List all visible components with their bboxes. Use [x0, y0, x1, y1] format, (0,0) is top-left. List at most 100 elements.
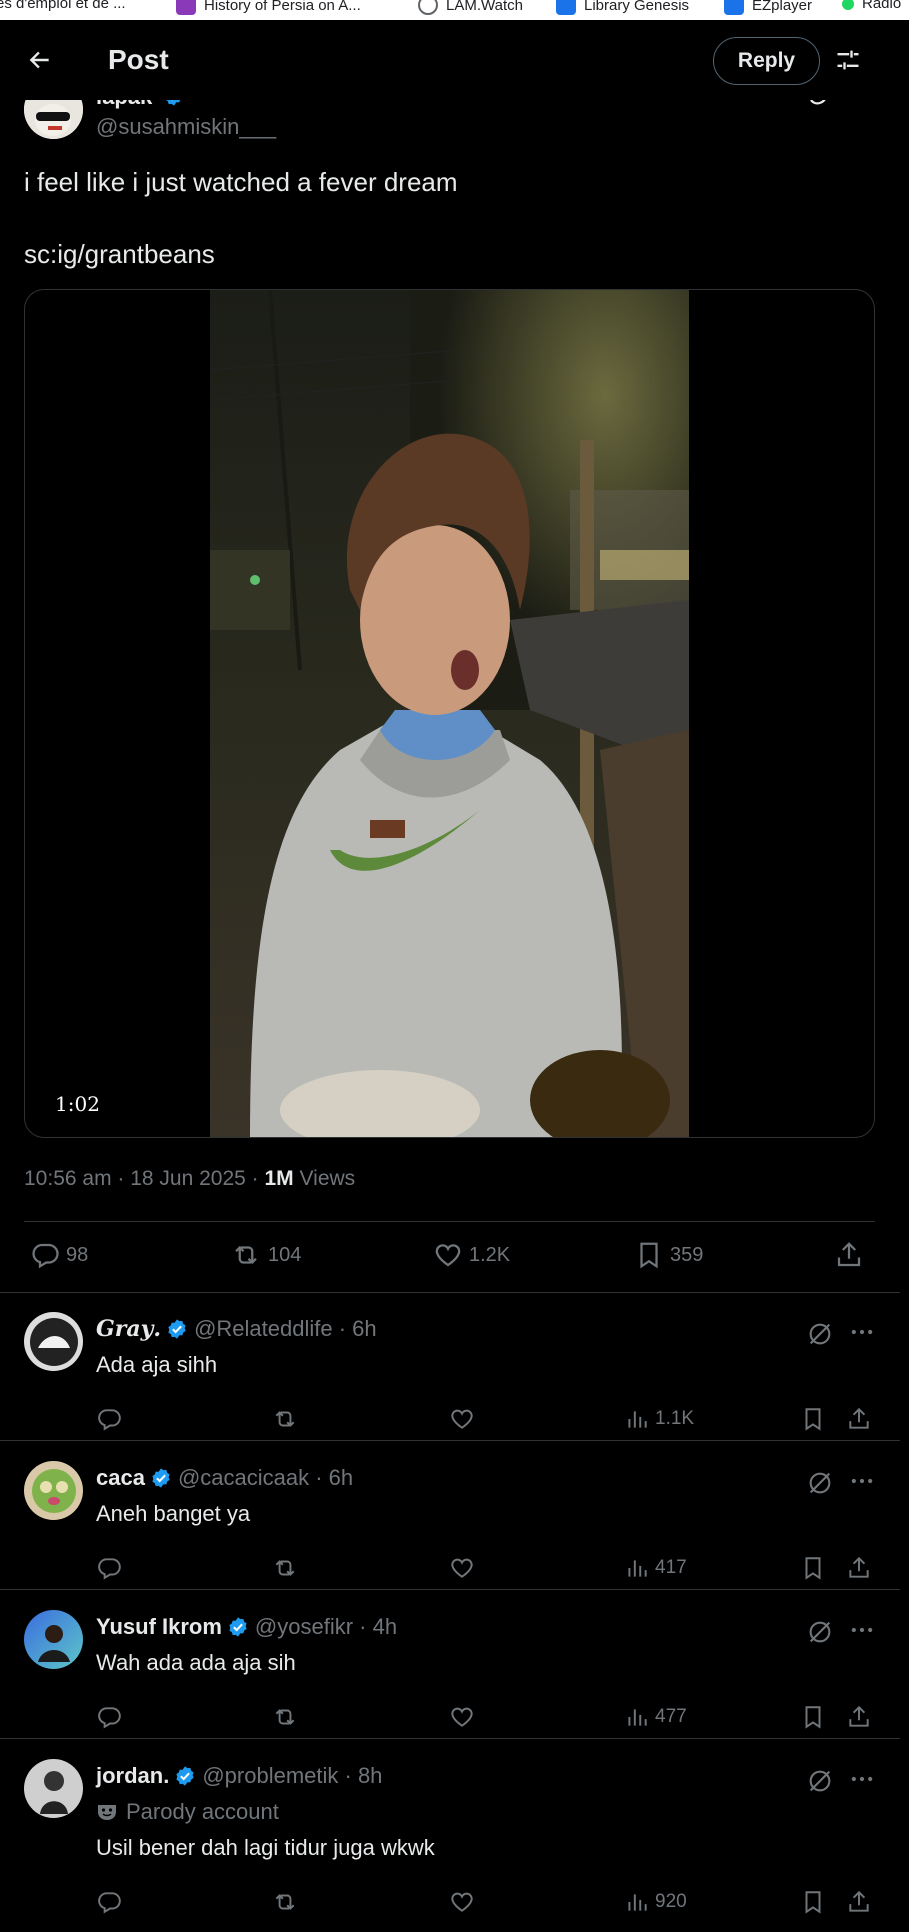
top-bar: Post Reply	[0, 20, 900, 100]
bookmark-label: Radio	[862, 0, 902, 12]
reply-button[interactable]	[96, 1555, 122, 1581]
repost-button[interactable]	[271, 1555, 299, 1581]
divider	[0, 1440, 900, 1441]
reply-author-handle[interactable]: @problemetik · 8h	[202, 1763, 382, 1789]
reply-author-name[interactable]: caca	[96, 1465, 145, 1491]
avatar[interactable]	[24, 1312, 83, 1371]
share-icon	[849, 1890, 869, 1912]
like-button[interactable]	[449, 1889, 475, 1915]
avatar-image	[24, 1759, 83, 1818]
bookmark-button[interactable]	[800, 1555, 826, 1581]
avatar[interactable]	[24, 1461, 83, 1520]
reply-button[interactable]: Reply	[713, 37, 820, 85]
bookmark-button[interactable]	[800, 1704, 826, 1730]
heart-icon	[451, 1409, 473, 1429]
reply-author-handle[interactable]: @cacacicaak · 6h	[178, 1465, 353, 1491]
page-title: Post	[108, 44, 169, 75]
share-button[interactable]	[846, 1704, 872, 1730]
video-thumbnail	[210, 290, 689, 1137]
bookmark-item[interactable]: Radio	[842, 0, 901, 12]
reply-author-name[interactable]: Yusuf Ikrom	[96, 1614, 222, 1640]
bookmark-item[interactable]: es d'emploi et de ...	[0, 0, 126, 12]
share-button[interactable]	[846, 1406, 872, 1432]
reply-author-name[interactable]: jordan.	[96, 1763, 169, 1789]
bookmark-item[interactable]: History of Persia on A...	[176, 0, 361, 15]
like-button[interactable]	[449, 1555, 475, 1581]
reply-text: Usil bener dah lagi tidur juga wkwk	[96, 1835, 435, 1860]
reply-icon	[32, 1243, 59, 1269]
bookmark-item[interactable]: LAM.Watch	[418, 0, 523, 15]
grok-icon[interactable]	[806, 1618, 834, 1646]
sliders-icon	[837, 50, 859, 70]
ezplayer-icon	[724, 0, 744, 15]
bookmark-label: es d'emploi et de ...	[0, 0, 126, 12]
repost-icon	[275, 1894, 295, 1910]
video-player[interactable]: 1:02	[24, 289, 875, 1138]
analytics-icon	[628, 1894, 647, 1911]
share-button[interactable]	[834, 1240, 864, 1270]
grok-icon[interactable]	[806, 1767, 834, 1795]
avatar[interactable]	[24, 1610, 83, 1669]
like-button[interactable]	[449, 1704, 475, 1730]
reply-button[interactable]	[96, 1889, 122, 1915]
reply-text: Ada aja sihh	[96, 1352, 218, 1377]
post-source: sc:ig/grantbeans	[24, 239, 215, 269]
reply-header: jordan. @problemetik · 8h	[96, 1763, 382, 1789]
reply-header: 𝑮𝒓𝒂𝒚. @Relateddlife · 6h	[96, 1316, 377, 1342]
views-button[interactable]: 477	[624, 1704, 687, 1730]
bookmarks-bar: es d'emploi et de ... History of Persia …	[0, 0, 909, 20]
share-icon	[849, 1705, 869, 1727]
video-frame[interactable]	[210, 290, 689, 1137]
repost-button[interactable]	[271, 1406, 299, 1432]
reply-author-name[interactable]: 𝑮𝒓𝒂𝒚.	[96, 1316, 161, 1342]
theater-mask-icon	[98, 1805, 116, 1820]
reply-icon	[98, 1558, 121, 1580]
post-timestamp[interactable]: 10:56 am · 18 Jun 2025 ·	[24, 1167, 259, 1190]
repost-button[interactable]	[271, 1889, 299, 1915]
avatar[interactable]	[24, 1759, 83, 1818]
reply-header: Yusuf Ikrom @yosefikr · 4h	[96, 1614, 397, 1640]
share-button[interactable]	[846, 1555, 872, 1581]
bookmark-button[interactable]	[800, 1889, 826, 1915]
views-button[interactable]: 920	[624, 1889, 687, 1915]
repost-count-button[interactable]: 104	[230, 1240, 301, 1270]
reply-button[interactable]	[96, 1704, 122, 1730]
divider	[0, 1292, 900, 1293]
reply-count-button[interactable]: 98	[30, 1240, 88, 1270]
reply-text: Wah ada ada aja sih	[96, 1650, 296, 1675]
views-button[interactable]: 1.1K	[624, 1406, 694, 1432]
bookmark-label: Library Genesis	[584, 0, 690, 14]
bookmark-button[interactable]	[800, 1406, 826, 1432]
bookmark-item[interactable]: Library Genesis	[556, 0, 689, 15]
avatar-image	[24, 1461, 83, 1520]
views-label: Views	[299, 1167, 356, 1190]
like-button[interactable]	[449, 1406, 475, 1432]
more-icon[interactable]	[848, 1616, 876, 1644]
repost-button[interactable]	[271, 1704, 299, 1730]
reply-icon	[98, 1892, 121, 1914]
like-count-button[interactable]: 1.2K	[433, 1240, 510, 1270]
views-button[interactable]: 417	[624, 1555, 687, 1581]
share-button[interactable]	[846, 1889, 872, 1915]
filter-button[interactable]	[830, 42, 866, 78]
heart-icon	[451, 1558, 473, 1578]
more-icon[interactable]	[848, 1318, 876, 1346]
arrow-left-icon	[29, 51, 49, 69]
radio-icon	[842, 0, 854, 10]
author-handle[interactable]: @susahmiskin___	[96, 114, 276, 140]
repost-icon	[235, 1245, 257, 1265]
reply-button[interactable]	[96, 1406, 122, 1432]
more-icon[interactable]	[848, 1765, 876, 1793]
bookmark-label: LAM.Watch	[446, 0, 523, 14]
reply-author-handle[interactable]: @yosefikr · 4h	[255, 1614, 397, 1640]
reply-author-handle[interactable]: @Relateddlife · 6h	[194, 1316, 377, 1342]
grok-icon[interactable]	[806, 1469, 834, 1497]
share-icon	[849, 1556, 869, 1578]
grok-icon[interactable]	[806, 1320, 834, 1348]
bookmark-item[interactable]: EZplayer	[724, 0, 812, 15]
repost-icon	[275, 1411, 295, 1427]
more-icon[interactable]	[848, 1467, 876, 1495]
podcast-icon	[176, 0, 196, 15]
bookmark-count-button[interactable]: 359	[634, 1240, 703, 1270]
back-button[interactable]	[22, 42, 58, 78]
